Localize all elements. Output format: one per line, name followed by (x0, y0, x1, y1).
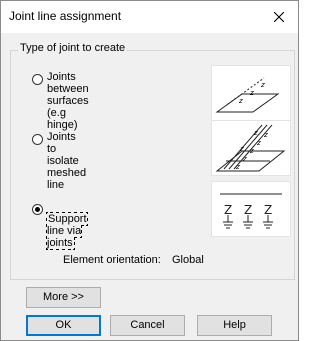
cancel-button[interactable]: Cancel (110, 315, 185, 336)
diagram-z-label: z (253, 129, 258, 137)
option-label-wrap: Support line via joints (46, 201, 88, 250)
diagram-z-label: z (242, 155, 247, 163)
dialog-title: Joint line assignment (9, 9, 122, 23)
option-label: Joints between surfaces (e.g hinge) (47, 71, 89, 131)
option-label: Support line via joints (46, 212, 88, 250)
support-z-symbol: Z (244, 203, 252, 217)
radio-joints-isolate-meshed-line[interactable] (32, 134, 43, 145)
diagram-z-label: z (256, 139, 261, 147)
diagram-z-label: z (238, 97, 243, 105)
diagram-z-label: z (260, 81, 265, 89)
radio-support-line-via-joints[interactable] (32, 204, 43, 215)
hinge-surfaces-icon: z z z (211, 65, 291, 121)
radio-joints-between-surfaces[interactable] (32, 74, 43, 85)
diagram-z-label: z (239, 145, 244, 153)
close-icon (274, 12, 284, 22)
support-z-symbol: Z (224, 203, 232, 217)
group-label: Type of joint to create (18, 42, 128, 54)
option-label: Joints to isolate meshed line (47, 131, 87, 191)
orientation-value: Global (172, 254, 204, 266)
ok-button[interactable]: OK (26, 315, 101, 336)
help-button[interactable]: Help (197, 315, 272, 336)
title-bar: Joint line assignment (1, 1, 298, 33)
more-button[interactable]: More >> (26, 287, 101, 308)
close-button[interactable] (262, 1, 296, 33)
diagram-z-label: z (235, 163, 240, 171)
support-line-joints-icon: Z Z Z (211, 181, 291, 237)
diagram-z-label: z (249, 89, 254, 97)
diagram-z-label: z (263, 131, 268, 139)
orientation-label: Element orientation: (63, 254, 161, 266)
diagram-z-label: z (249, 147, 254, 155)
joint-line-assignment-dialog: Joint line assignment Type of joint to c… (0, 0, 299, 341)
support-z-symbol: Z (264, 203, 272, 217)
isolate-meshed-line-icon: z z z z z z z (211, 120, 291, 176)
